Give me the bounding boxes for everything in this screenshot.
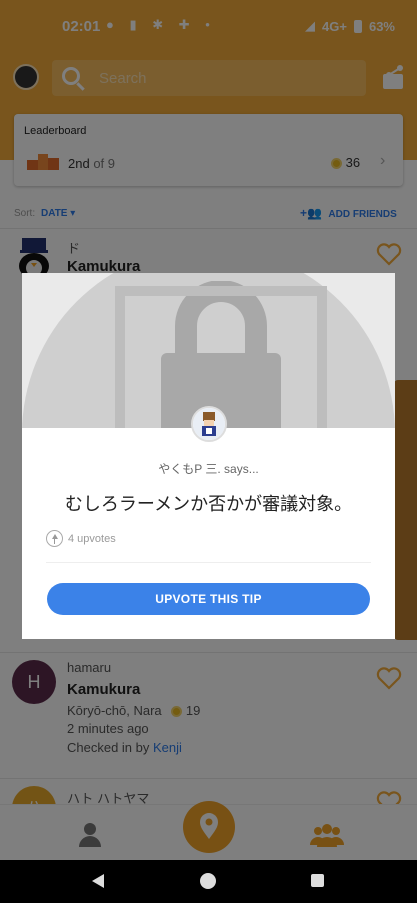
home-icon[interactable] bbox=[200, 873, 216, 889]
upvote-arrow-icon bbox=[46, 530, 63, 547]
tip-author: やくもP 三. says... bbox=[158, 462, 259, 476]
anime-character-avatar-icon bbox=[193, 408, 225, 440]
upvote-count-text: 4 upvotes bbox=[68, 532, 116, 545]
tip-author-avatar[interactable] bbox=[191, 406, 227, 442]
system-nav-bar bbox=[0, 860, 417, 903]
tip-text: むしろラーメンか否かが審議対象。 bbox=[64, 494, 353, 514]
tip-upvote-count: 4 upvotes bbox=[46, 530, 116, 547]
divider bbox=[46, 562, 371, 563]
back-icon[interactable] bbox=[92, 874, 104, 888]
upvote-tip-button[interactable]: UPVOTE THIS TIP bbox=[47, 583, 370, 615]
recent-apps-icon[interactable] bbox=[311, 874, 324, 887]
tip-modal: やくもP 三. says... むしろラーメンか否かが審議対象。 4 upvot… bbox=[22, 428, 395, 639]
